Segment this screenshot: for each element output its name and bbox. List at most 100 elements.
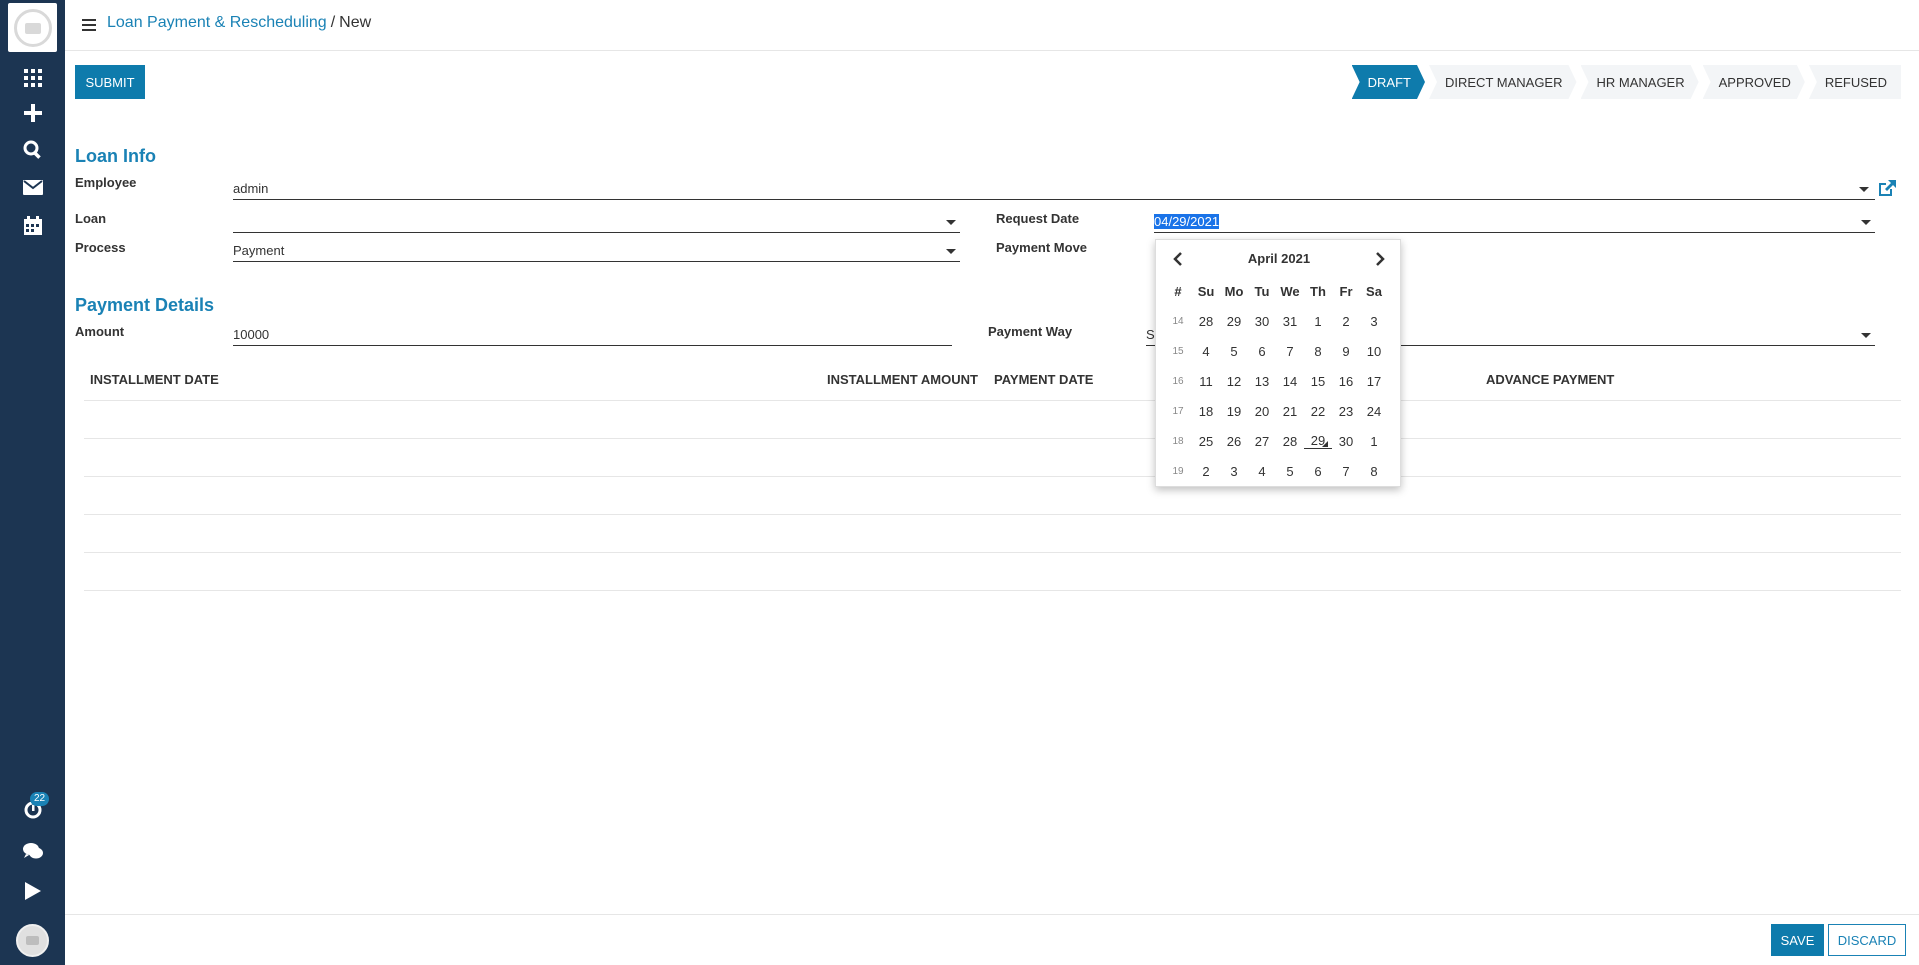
- day-cell[interactable]: 5: [1220, 344, 1248, 359]
- day-cell[interactable]: 3: [1360, 314, 1388, 329]
- payment-way-value: S: [1146, 327, 1155, 342]
- day-cell[interactable]: 14: [1276, 374, 1304, 389]
- day-cell[interactable]: 5: [1276, 464, 1304, 479]
- day-cell[interactable]: 4: [1248, 464, 1276, 479]
- datepicker-week-row: 15 4 5 6 7 8 9 10: [1164, 336, 1388, 366]
- day-cell[interactable]: 18: [1192, 404, 1220, 419]
- day-cell[interactable]: 19: [1220, 404, 1248, 419]
- datepicker-month-title[interactable]: April 2021: [1156, 251, 1402, 266]
- stage-hr-manager[interactable]: HR MANAGER: [1581, 65, 1699, 99]
- activity-icon[interactable]: 22: [0, 792, 65, 825]
- play-icon[interactable]: [0, 876, 65, 906]
- day-cell[interactable]: 6: [1248, 344, 1276, 359]
- loan-field[interactable]: [233, 211, 960, 233]
- week-number: 14: [1172, 315, 1184, 327]
- submit-button[interactable]: SUBMIT: [75, 65, 145, 99]
- day-cell[interactable]: 28: [1192, 314, 1220, 329]
- column-installment-date[interactable]: INSTALLMENT DATE: [90, 372, 219, 387]
- search-icon[interactable]: [0, 134, 65, 164]
- process-dropdown-icon[interactable]: [946, 249, 956, 254]
- mail-icon[interactable]: [0, 172, 65, 202]
- column-payment-date[interactable]: PAYMENT DATE: [994, 372, 1093, 387]
- weekday-header: Tu: [1254, 283, 1270, 299]
- save-button[interactable]: SAVE: [1771, 924, 1824, 956]
- chevron-right-icon[interactable]: [1372, 252, 1386, 266]
- day-cell[interactable]: 27: [1248, 434, 1276, 449]
- day-cell[interactable]: 6: [1304, 464, 1332, 479]
- sidebar: 22: [0, 0, 65, 965]
- day-cell[interactable]: 16: [1332, 374, 1360, 389]
- day-cell[interactable]: 21: [1276, 404, 1304, 419]
- stage-draft[interactable]: DRAFT: [1352, 65, 1425, 99]
- employee-dropdown-icon[interactable]: [1859, 187, 1869, 192]
- employee-value: admin: [233, 181, 269, 196]
- day-cell[interactable]: 8: [1360, 464, 1388, 479]
- loan-dropdown-icon[interactable]: [946, 220, 956, 225]
- apps-icon[interactable]: [0, 63, 65, 93]
- day-cell[interactable]: 13: [1248, 374, 1276, 389]
- top-header: Loan Payment & Rescheduling / New: [65, 0, 1919, 51]
- company-logo[interactable]: [8, 3, 57, 52]
- day-cell[interactable]: 23: [1332, 404, 1360, 419]
- external-link-icon[interactable]: [1877, 179, 1897, 197]
- day-cell[interactable]: 28: [1276, 434, 1304, 449]
- stage-direct-manager[interactable]: DIRECT MANAGER: [1429, 65, 1577, 99]
- amount-label: Amount: [75, 324, 125, 339]
- table-row: [84, 552, 1901, 553]
- day-cell[interactable]: 7: [1332, 464, 1360, 479]
- day-cell[interactable]: 4: [1192, 344, 1220, 359]
- column-advance-payment[interactable]: ADVANCE PAYMENT: [1486, 372, 1614, 387]
- column-installment-amount[interactable]: INSTALLMENT AMOUNT: [827, 372, 978, 387]
- day-cell[interactable]: 2: [1332, 314, 1360, 329]
- menu-toggle-icon[interactable]: [82, 19, 96, 31]
- process-field[interactable]: Payment: [233, 240, 960, 262]
- breadcrumb-parent-link[interactable]: Loan Payment & Rescheduling: [107, 14, 327, 31]
- request-date-field[interactable]: 04/29/2021: [1154, 211, 1875, 233]
- day-cell[interactable]: 17: [1360, 374, 1388, 389]
- amount-field[interactable]: 10000: [233, 324, 952, 346]
- weekday-header: Su: [1197, 283, 1215, 299]
- weekday-header: Fr: [1339, 283, 1353, 299]
- day-cell[interactable]: 1: [1360, 434, 1388, 449]
- day-cell[interactable]: 31: [1276, 314, 1304, 329]
- week-number: 15: [1172, 345, 1184, 357]
- discard-button[interactable]: DISCARD: [1828, 924, 1906, 956]
- user-avatar[interactable]: [16, 924, 49, 957]
- day-cell[interactable]: 26: [1220, 434, 1248, 449]
- activity-count-badge: 22: [30, 792, 50, 806]
- chat-icon[interactable]: [0, 836, 65, 866]
- day-cell[interactable]: 2: [1192, 464, 1220, 479]
- day-cell-today[interactable]: 29: [1304, 433, 1332, 449]
- request-date-dropdown-icon[interactable]: [1861, 220, 1871, 225]
- day-cell[interactable]: 15: [1304, 374, 1332, 389]
- day-cell[interactable]: 9: [1332, 344, 1360, 359]
- employee-label: Employee: [75, 175, 137, 190]
- day-cell[interactable]: 22: [1304, 404, 1332, 419]
- datepicker-week-row: 19 2 3 4 5 6 7 8: [1164, 456, 1388, 486]
- day-cell[interactable]: 8: [1304, 344, 1332, 359]
- employee-field[interactable]: admin: [233, 178, 1875, 200]
- day-cell[interactable]: 25: [1192, 434, 1220, 449]
- weekday-header: We: [1280, 283, 1300, 299]
- table-row: [84, 438, 1901, 439]
- datepicker-week-row: 17 18 19 20 21 22 23 24: [1164, 396, 1388, 426]
- plus-icon[interactable]: [0, 98, 65, 128]
- day-cell[interactable]: 30: [1248, 314, 1276, 329]
- day-cell[interactable]: 10: [1360, 344, 1388, 359]
- stage-approved[interactable]: APPROVED: [1703, 65, 1805, 99]
- day-cell[interactable]: 12: [1220, 374, 1248, 389]
- day-cell[interactable]: 1: [1304, 314, 1332, 329]
- day-cell[interactable]: 7: [1276, 344, 1304, 359]
- weekday-header: #: [1174, 283, 1182, 299]
- day-cell[interactable]: 20: [1248, 404, 1276, 419]
- payment-way-dropdown-icon[interactable]: [1861, 333, 1871, 338]
- day-cell[interactable]: 29: [1220, 314, 1248, 329]
- payment-move-label: Payment Move: [996, 240, 1088, 255]
- day-cell[interactable]: 11: [1192, 374, 1220, 389]
- calendar-icon[interactable]: [0, 210, 65, 240]
- day-cell[interactable]: 30: [1332, 434, 1360, 449]
- stage-refused[interactable]: REFUSED: [1808, 65, 1901, 99]
- day-cell[interactable]: 3: [1220, 464, 1248, 479]
- datepicker-week-row: 14 28 29 30 31 1 2 3: [1164, 306, 1388, 336]
- day-cell[interactable]: 24: [1360, 404, 1388, 419]
